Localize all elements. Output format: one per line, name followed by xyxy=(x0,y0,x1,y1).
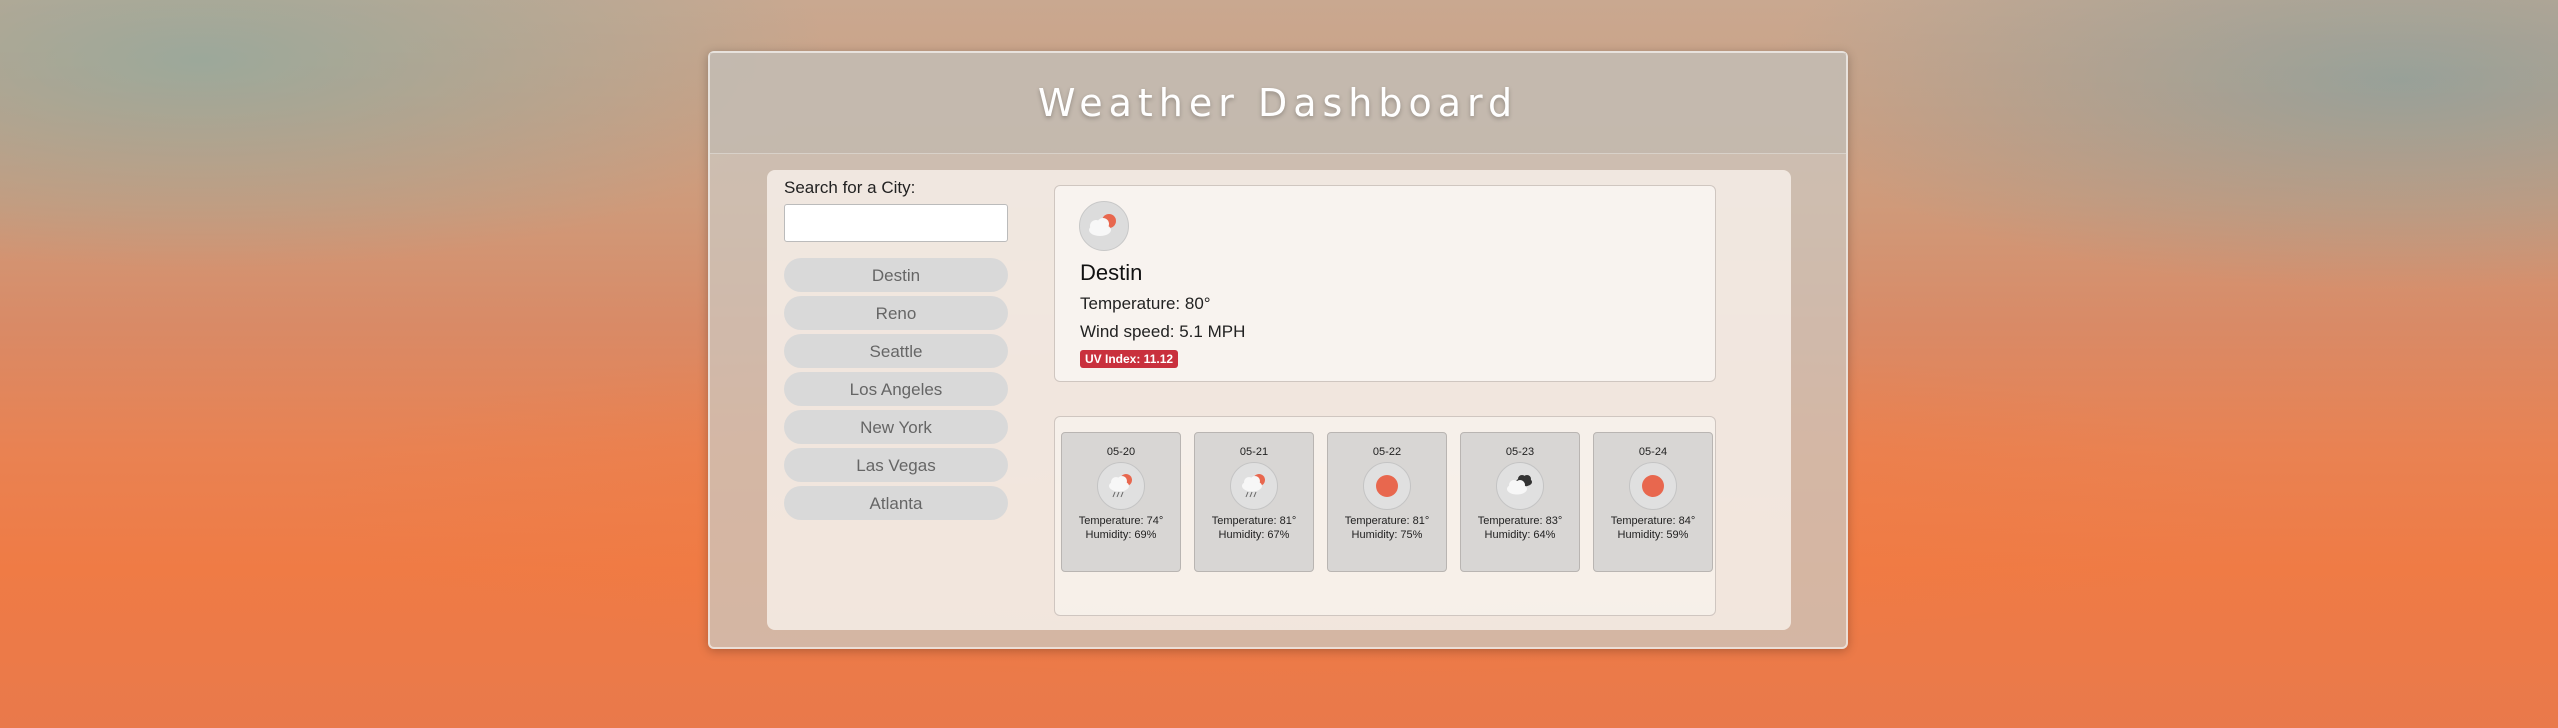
five-day-forecast: 05-20 Temperature: 74° Humidity: 69% 05-… xyxy=(1054,416,1716,616)
header: Weather Dashboard xyxy=(710,53,1846,154)
search-history-list: Destin Reno Seattle Los Angeles New York… xyxy=(784,258,1008,524)
page-title: Weather Dashboard xyxy=(1037,81,1519,125)
uv-index-badge: UV Index: 11.12 xyxy=(1080,350,1179,368)
forecast-temperature: Temperature: 81° xyxy=(1211,515,1297,527)
current-wind-speed: Wind speed: 5.1 MPH xyxy=(1080,322,1246,341)
forecast-humidity: Humidity: 75% xyxy=(1351,529,1423,541)
city-button-las-vegas[interactable]: Las Vegas xyxy=(784,448,1008,482)
city-button-new-york[interactable]: New York xyxy=(784,410,1008,444)
search-input[interactable] xyxy=(784,204,1008,242)
sun-icon xyxy=(1363,462,1411,510)
content-area: Search for a City: Destin Reno Seattle L… xyxy=(767,170,1791,630)
forecast-date: 05-22 xyxy=(1372,446,1402,458)
city-button-seattle[interactable]: Seattle xyxy=(784,334,1008,368)
partly-cloudy-sun-icon xyxy=(1079,201,1129,251)
city-button-destin[interactable]: Destin xyxy=(784,258,1008,292)
city-button-atlanta[interactable]: Atlanta xyxy=(784,486,1008,520)
forecast-date: 05-24 xyxy=(1638,446,1668,458)
forecast-card: 05-22 Temperature: 81° Humidity: 75% xyxy=(1327,432,1447,572)
broken-clouds-icon xyxy=(1496,462,1544,510)
forecast-card: 05-20 Temperature: 74° Humidity: 69% xyxy=(1061,432,1181,572)
rain-sun-icon xyxy=(1230,462,1278,510)
forecast-humidity: Humidity: 69% xyxy=(1085,529,1157,541)
forecast-card: 05-21 Temperature: 81° Humidity: 67% xyxy=(1194,432,1314,572)
search-label: Search for a City: xyxy=(784,178,916,197)
sun-icon xyxy=(1629,462,1677,510)
forecast-date: 05-23 xyxy=(1505,446,1535,458)
dashboard-panel: Weather Dashboard Search for a City: Des… xyxy=(708,51,1848,649)
forecast-humidity: Humidity: 64% xyxy=(1484,529,1556,541)
forecast-date: 05-20 xyxy=(1106,446,1136,458)
forecast-humidity: Humidity: 67% xyxy=(1218,529,1290,541)
forecast-temperature: Temperature: 84° xyxy=(1610,515,1696,527)
forecast-temperature: Temperature: 83° xyxy=(1477,515,1563,527)
current-temperature: Temperature: 80° xyxy=(1080,294,1211,313)
forecast-humidity: Humidity: 59% xyxy=(1617,529,1689,541)
forecast-card: 05-23 Temperature: 83° Humidity: 64% xyxy=(1460,432,1580,572)
forecast-date: 05-21 xyxy=(1239,446,1269,458)
rain-sun-icon xyxy=(1097,462,1145,510)
current-weather-card: Destin Temperature: 80° Wind speed: 5.1 … xyxy=(1054,185,1716,382)
forecast-temperature: Temperature: 81° xyxy=(1344,515,1430,527)
current-city-name: Destin xyxy=(1080,260,1143,285)
forecast-temperature: Temperature: 74° xyxy=(1078,515,1164,527)
city-button-los-angeles[interactable]: Los Angeles xyxy=(784,372,1008,406)
forecast-card: 05-24 Temperature: 84° Humidity: 59% xyxy=(1593,432,1713,572)
city-button-reno[interactable]: Reno xyxy=(784,296,1008,330)
